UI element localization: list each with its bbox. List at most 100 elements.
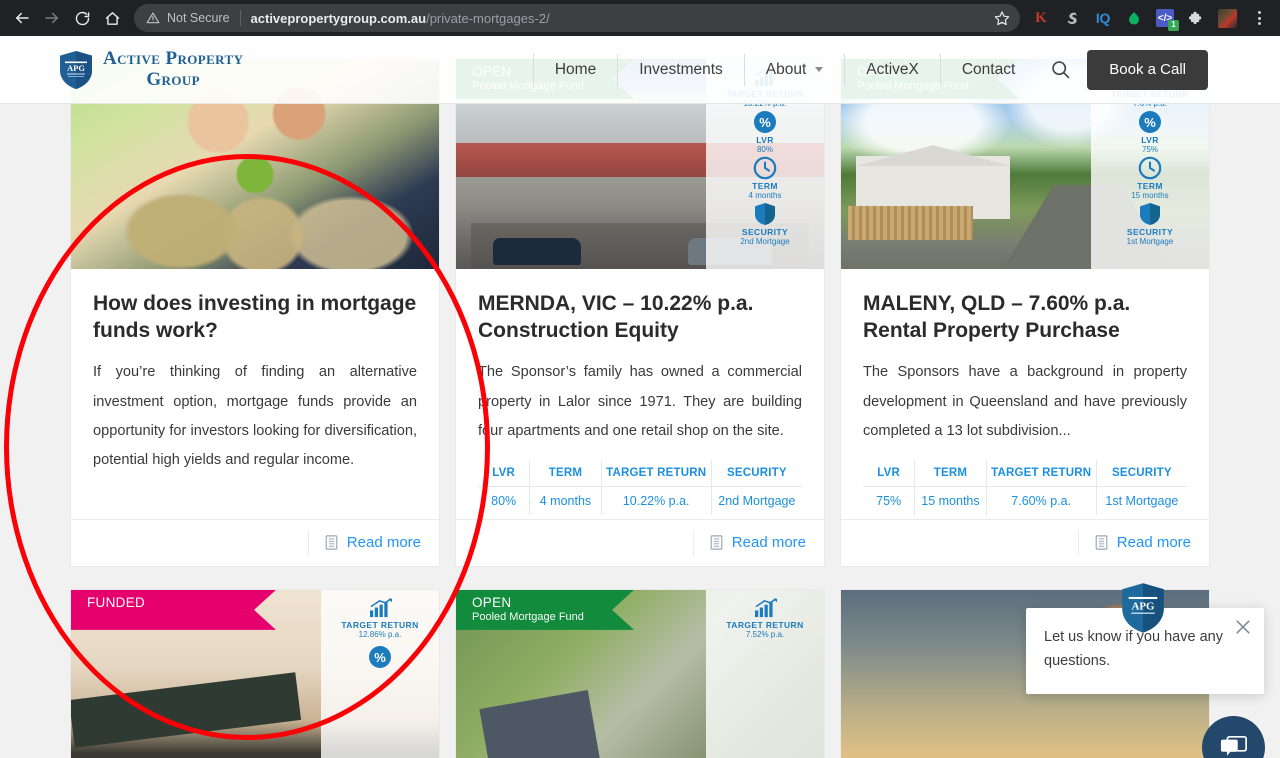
- nav-item-about[interactable]: About: [745, 53, 846, 86]
- security-status[interactable]: Not Secure: [146, 11, 230, 25]
- extension-puzzle-icon[interactable]: [1181, 4, 1211, 32]
- shield-icon: [706, 202, 824, 226]
- overlay-stat-value: 12.86% p.a.: [358, 629, 402, 639]
- overlay-stat-value: 1st Mortgage: [1126, 237, 1174, 246]
- forward-arrow-icon[interactable]: [38, 4, 66, 32]
- listing-card-maleny-qld[interactable]: OPEN Pooled Mortgage Fund: [840, 58, 1210, 567]
- document-icon: [325, 535, 338, 551]
- extension-s[interactable]: [1057, 4, 1087, 32]
- address-bar[interactable]: Not Secure activepropertygroup.com.au/pr…: [134, 4, 1020, 32]
- home-icon[interactable]: [98, 4, 126, 32]
- nav-item-home[interactable]: Home: [532, 53, 619, 86]
- svg-text:APG: APG: [67, 64, 85, 73]
- url-host: activepropertygroup.com.au: [250, 10, 427, 26]
- back-arrow-icon[interactable]: [8, 4, 36, 32]
- listing-card-mortgage-funds-article[interactable]: How does investing in mortgage funds wor…: [70, 58, 440, 567]
- extension-code[interactable]: </> 1: [1150, 4, 1180, 32]
- main-navigation: Home Investments About ActiveX Contact B…: [532, 49, 1280, 91]
- overlay-stat-lvr: % LVR 75%: [1091, 110, 1209, 154]
- not-secure-label: Not Secure: [167, 11, 230, 25]
- overlay-stat-label: TERM: [1137, 181, 1163, 191]
- read-more-label: Read more: [731, 534, 806, 552]
- overlay-stat-label: SECURITY: [1126, 227, 1174, 237]
- bar-chart-icon: [321, 598, 439, 619]
- site-header: APG Active Property Group Home Investmen…: [0, 36, 1280, 104]
- extension-avatar[interactable]: [1212, 4, 1242, 32]
- chat-launcher-button[interactable]: [1202, 716, 1265, 758]
- apg-shield-logo: APG: [60, 50, 92, 89]
- extension-badge-count: 1: [1168, 20, 1179, 31]
- svg-text:%: %: [374, 650, 386, 665]
- status-ribbon-open: OPEN Pooled Mortgage Fund: [456, 590, 634, 630]
- overlay-stat-security: SECURITY 1st Mortgage: [1091, 202, 1209, 246]
- extension-iq[interactable]: IQ: [1088, 4, 1118, 32]
- table-row: 80% 4 months 10.22% p.a. 2nd Mortgage: [478, 485, 802, 515]
- clock-icon: [706, 156, 824, 180]
- kebab-menu-icon[interactable]: [1246, 4, 1272, 32]
- chevron-down-icon: [815, 67, 824, 72]
- read-more-link[interactable]: Read more: [1077, 529, 1191, 556]
- card-body: How does investing in mortgage funds wor…: [71, 269, 439, 519]
- percent-icon: %: [321, 645, 439, 669]
- nav-label: ActiveX: [866, 60, 919, 78]
- header-target-return: TARGET RETURN: [600, 459, 712, 487]
- overlay-stat-value: 80%: [756, 145, 773, 154]
- overlay-stat-value: 4 months: [748, 191, 782, 200]
- book-a-call-label: Book a Call: [1109, 61, 1186, 78]
- url-text[interactable]: activepropertygroup.com.au/private-mortg…: [251, 11, 988, 26]
- table-header-row: LVR TERM TARGET RETURN SECURITY: [478, 459, 802, 487]
- header-term: TERM: [914, 459, 987, 487]
- overlay-stat-target-return: TARGET RETURN 7.52% p.a.: [706, 598, 824, 639]
- close-icon[interactable]: [1233, 617, 1253, 637]
- read-more-label: Read more: [346, 534, 421, 552]
- card-footer: Read more: [71, 518, 439, 566]
- extension-k[interactable]: K: [1026, 4, 1056, 32]
- reload-icon[interactable]: [68, 4, 96, 32]
- card-image-aerial-rooftops: OPEN Pooled Mortgage Fund TARGET RETURN …: [456, 589, 824, 758]
- ribbon-title: OPEN: [472, 594, 512, 610]
- nav-label: About: [765, 60, 807, 78]
- header-lvr: LVR: [877, 466, 901, 479]
- listing-card-cafe-funded[interactable]: FUNDED TARGET RETURN 12.86% p.a. %: [70, 588, 440, 758]
- header-term: TERM: [529, 459, 602, 487]
- search-icon[interactable]: [1036, 59, 1087, 80]
- warning-triangle-icon: [146, 12, 160, 24]
- overlay-stat-term: TERM 15 months: [1091, 156, 1209, 200]
- card-image-cafe-chalkboard: FUNDED TARGET RETURN 12.86% p.a. %: [71, 589, 439, 758]
- site-logo[interactable]: APG Active Property Group: [58, 48, 243, 90]
- table-header-row: LVR TERM TARGET RETURN SECURITY: [863, 459, 1187, 487]
- percent-icon: %: [1091, 110, 1209, 134]
- read-more-link[interactable]: Read more: [692, 529, 806, 556]
- cell-term: 15 months: [914, 485, 987, 515]
- url-path: /private-mortgages-2/: [426, 10, 550, 26]
- svg-text:%: %: [759, 115, 771, 130]
- cell-lvr: 80%: [478, 485, 530, 515]
- image-stats-overlay: TARGET RETURN 7.52% p.a.: [706, 589, 824, 758]
- card-title: MERNDA, VIC – 10.22% p.a. Construction E…: [478, 292, 754, 342]
- nav-item-contact[interactable]: Contact: [941, 54, 1036, 86]
- cell-target-return: 10.22% p.a.: [600, 485, 712, 515]
- brand-wordmark: Active Property Group: [103, 48, 243, 90]
- card-excerpt: The Sponsor’s family has owned a commerc…: [478, 364, 802, 439]
- card-stats-table: LVR TERM TARGET RETURN SECURITY 80% 4 mo…: [478, 459, 802, 515]
- extensions-bar: K IQ </> 1: [1026, 4, 1242, 32]
- card-footer: Read more: [456, 518, 824, 566]
- read-more-link[interactable]: Read more: [307, 529, 421, 556]
- cell-target-return: 7.60% p.a.: [985, 485, 1097, 515]
- listing-card-mernda-vic[interactable]: OPEN Pooled Mortgage Fund: [455, 58, 825, 567]
- star-icon[interactable]: [988, 4, 1016, 32]
- document-icon: [710, 535, 723, 551]
- nav-item-investments[interactable]: Investments: [618, 53, 745, 86]
- bar-chart-icon: [706, 598, 824, 619]
- overlay-stat-target-return: TARGET RETURN 12.86% p.a.: [321, 598, 439, 639]
- book-a-call-button[interactable]: Book a Call: [1087, 49, 1208, 90]
- status-ribbon-funded: FUNDED: [71, 590, 276, 630]
- card-title: How does investing in mortgage funds wor…: [93, 292, 417, 342]
- overlay-stat-lvr: %: [321, 645, 439, 670]
- card-body: MERNDA, VIC – 10.22% p.a. Construction E…: [456, 269, 824, 519]
- nav-item-activex[interactable]: ActiveX: [845, 53, 941, 86]
- overlay-stat-security: SECURITY 2nd Mortgage: [706, 202, 824, 246]
- svg-text:APG: APG: [1131, 600, 1155, 612]
- extension-green-drop[interactable]: [1119, 4, 1149, 32]
- listing-card-aerial-open[interactable]: OPEN Pooled Mortgage Fund TARGET RETURN …: [455, 588, 825, 758]
